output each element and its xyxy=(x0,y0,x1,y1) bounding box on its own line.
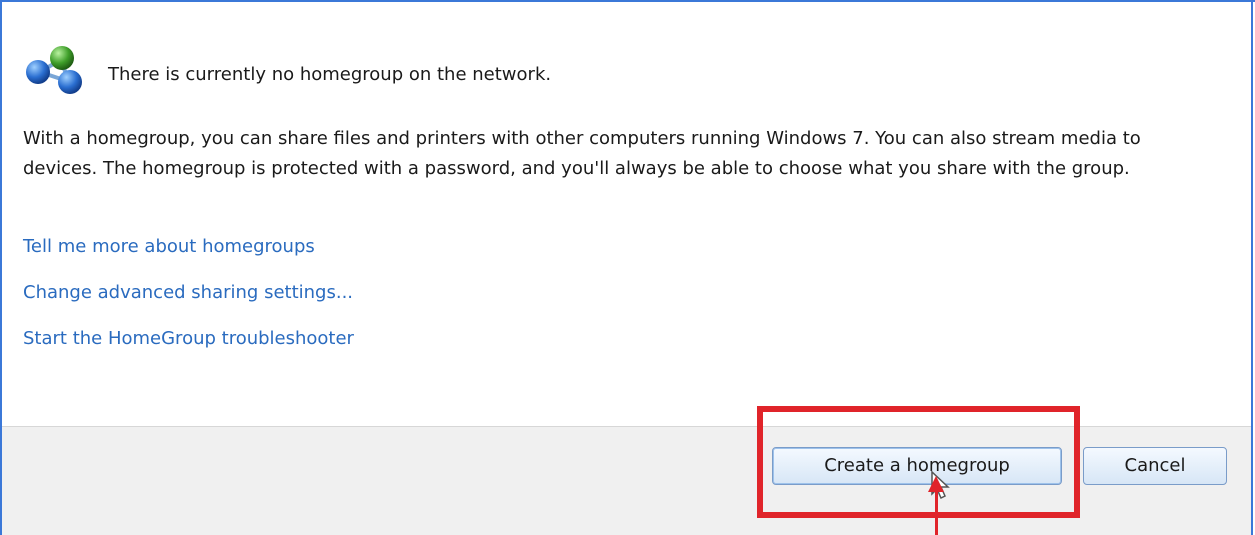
link-advanced-sharing[interactable]: Change advanced sharing settings... xyxy=(23,282,353,303)
window-border-right xyxy=(1251,0,1253,535)
create-homegroup-button[interactable]: Create a homegroup xyxy=(772,447,1062,485)
link-tell-me-more[interactable]: Tell me more about homegroups xyxy=(23,236,315,257)
homegroup-network-icon xyxy=(26,46,82,94)
cancel-button[interactable]: Cancel xyxy=(1083,447,1227,485)
link-troubleshooter[interactable]: Start the HomeGroup troubleshooter xyxy=(23,328,354,349)
homegroup-description: With a homegroup, you can share files an… xyxy=(23,128,1141,179)
dialog-footer xyxy=(2,427,1251,535)
annotation-arrow-line xyxy=(935,490,938,535)
headline-text: There is currently no homegroup on the n… xyxy=(108,64,552,85)
